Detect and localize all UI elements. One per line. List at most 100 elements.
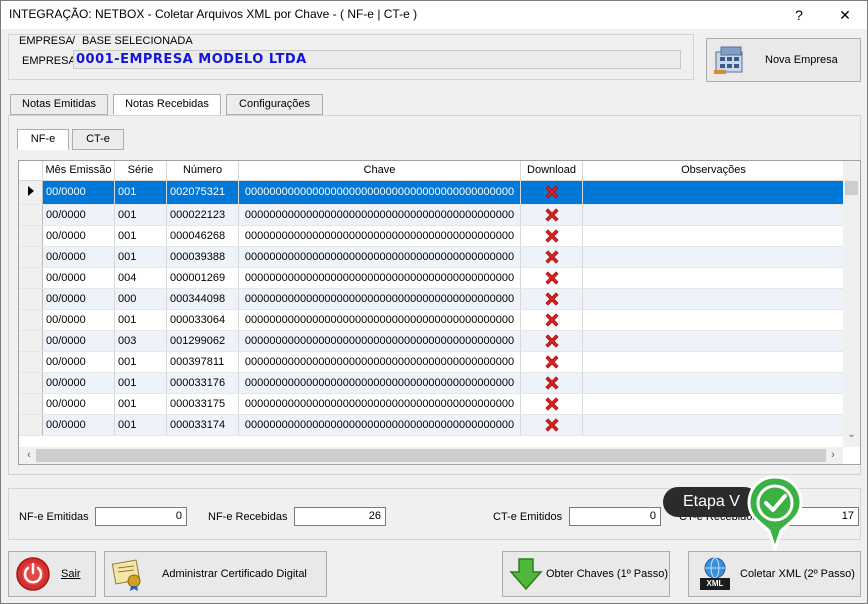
cell-mes[interactable]: 00/0000 [42, 288, 115, 310]
row-indicator[interactable] [19, 351, 43, 373]
cell-observacoes[interactable] [582, 330, 845, 352]
cell-serie[interactable]: 001 [114, 414, 167, 436]
table-row[interactable]: 00/0000 000 000344098 000000000000000000000… [19, 288, 845, 310]
row-indicator[interactable] [19, 204, 43, 226]
table-row[interactable]: 00/0000 001 000033064 000000000000000000000… [19, 309, 845, 331]
cell-download[interactable] [520, 180, 583, 205]
cell-mes[interactable]: 00/0000 [42, 330, 115, 352]
cell-serie[interactable]: 001 [114, 246, 167, 268]
cell-chave[interactable]: 0000000000000000000000000000000000000000… [238, 393, 521, 415]
cell-serie[interactable]: 003 [114, 330, 167, 352]
cell-chave[interactable]: 0000000000000000000000000000000000000000… [238, 414, 521, 436]
grid-vertical-scrollbar[interactable]: ⌄ [843, 161, 860, 447]
row-indicator[interactable] [19, 330, 43, 352]
cell-observacoes[interactable] [582, 246, 845, 268]
row-indicator[interactable] [19, 414, 43, 436]
certificado-button[interactable]: Administrar Certificado Digital [104, 551, 327, 597]
cell-mes[interactable]: 00/0000 [42, 414, 115, 436]
cell-download[interactable] [520, 246, 583, 268]
col-header-numero[interactable]: Número [166, 161, 239, 181]
cell-observacoes[interactable] [582, 225, 845, 247]
cell-download[interactable] [520, 351, 583, 373]
col-header-observacoes[interactable]: Observações [582, 161, 845, 181]
cell-download[interactable] [520, 309, 583, 331]
cell-download[interactable] [520, 267, 583, 289]
cell-mes[interactable]: 00/0000 [42, 267, 115, 289]
cell-serie[interactable]: 001 [114, 180, 167, 205]
tab-notas-emitidas[interactable]: Notas Emitidas [10, 94, 108, 115]
cell-mes[interactable]: 00/0000 [42, 309, 115, 331]
cell-numero[interactable]: 000046268 [166, 225, 239, 247]
row-indicator[interactable] [19, 267, 43, 289]
cell-numero[interactable]: 000397811 [166, 351, 239, 373]
tab-notas-recebidas[interactable]: Notas Recebidas [113, 94, 221, 115]
cell-numero[interactable]: 000001269 [166, 267, 239, 289]
cell-numero[interactable]: 000033064 [166, 309, 239, 331]
table-row[interactable]: 00/0000 001 000022123 000000000000000000000… [19, 204, 845, 226]
table-row[interactable]: 00/0000 001 000033176 000000000000000000000… [19, 372, 845, 394]
row-indicator[interactable] [19, 393, 43, 415]
cell-serie[interactable]: 001 [114, 225, 167, 247]
cell-observacoes[interactable] [582, 414, 845, 436]
cell-serie[interactable]: 001 [114, 204, 167, 226]
cell-download[interactable] [520, 204, 583, 226]
table-row[interactable]: 00/0000 003 001299062 000000000000000000000… [19, 330, 845, 352]
close-button[interactable]: ✕ [830, 4, 860, 26]
table-row[interactable]: 00/0000 001 000039388 000000000000000000000… [19, 246, 845, 268]
table-row[interactable]: 00/0000 001 000033175 000000000000000000000… [19, 393, 845, 415]
cell-chave[interactable]: 0000000000000000000000000000000000000000… [238, 225, 521, 247]
cell-serie[interactable]: 001 [114, 351, 167, 373]
cell-numero[interactable]: 000033175 [166, 393, 239, 415]
hscroll-thumb[interactable] [36, 449, 826, 462]
cell-mes[interactable]: 00/0000 [42, 246, 115, 268]
row-indicator[interactable] [19, 246, 43, 268]
cell-observacoes[interactable] [582, 204, 845, 226]
cell-chave[interactable]: 0000000000000000000000000000000000000000… [238, 267, 521, 289]
table-row[interactable]: 00/0000 001 000033174 000000000000000000000… [19, 414, 845, 436]
cell-chave[interactable]: 0000000000000000000000000000000000000000… [238, 204, 521, 226]
cell-numero[interactable]: 002075321 [166, 180, 239, 205]
col-header-download[interactable]: Download [520, 161, 583, 181]
sair-button[interactable]: Sair [8, 551, 96, 597]
coletar-xml-button[interactable]: XML Coletar XML (2º Passo) [688, 551, 861, 597]
cell-chave[interactable]: 0000000000000000000000000000000000000000… [238, 180, 521, 205]
cell-serie[interactable]: 000 [114, 288, 167, 310]
cell-chave[interactable]: 0000000000000000000000000000000000000000… [238, 372, 521, 394]
cell-observacoes[interactable] [582, 267, 845, 289]
row-indicator[interactable] [19, 180, 43, 205]
tab-configuracoes[interactable]: Configurações [226, 94, 323, 115]
cell-download[interactable] [520, 393, 583, 415]
table-row[interactable]: 00/0000 001 000046268 000000000000000000000… [19, 225, 845, 247]
help-button[interactable]: ? [784, 4, 814, 26]
cell-chave[interactable]: 0000000000000000000000000000000000000000… [238, 246, 521, 268]
cell-chave[interactable]: 0000000000000000000000000000000000000000… [238, 309, 521, 331]
cell-chave[interactable]: 0000000000000000000000000000000000000000… [238, 351, 521, 373]
table-row[interactable]: 00/0000 004 000001269 000000000000000000000… [19, 267, 845, 289]
cell-observacoes[interactable] [582, 309, 845, 331]
cell-mes[interactable]: 00/0000 [42, 204, 115, 226]
cell-chave[interactable]: 0000000000000000000000000000000000000000… [238, 288, 521, 310]
scroll-down-icon[interactable]: ⌄ [843, 429, 860, 446]
row-indicator[interactable] [19, 372, 43, 394]
row-indicator[interactable] [19, 288, 43, 310]
cell-download[interactable] [520, 225, 583, 247]
obter-chaves-button[interactable]: Obter Chaves (1º Passo) [502, 551, 670, 597]
cell-download[interactable] [520, 372, 583, 394]
cell-numero[interactable]: 000022123 [166, 204, 239, 226]
scroll-left-icon[interactable]: ‹ [23, 447, 35, 464]
cell-numero[interactable]: 001299062 [166, 330, 239, 352]
cell-serie[interactable]: 004 [114, 267, 167, 289]
col-header-mes[interactable]: Mês Emissão [42, 161, 115, 181]
cell-mes[interactable]: 00/0000 [42, 180, 115, 205]
nova-empresa-button[interactable]: Nova Empresa [706, 38, 861, 82]
subtab-nfe[interactable]: NF-e [17, 129, 69, 150]
table-row[interactable]: 00/0000 001 000397811 000000000000000000000… [19, 351, 845, 373]
cell-download[interactable] [520, 288, 583, 310]
cell-mes[interactable]: 00/0000 [42, 225, 115, 247]
row-indicator[interactable] [19, 309, 43, 331]
cell-numero[interactable]: 000344098 [166, 288, 239, 310]
cell-mes[interactable]: 00/0000 [42, 393, 115, 415]
cell-observacoes[interactable] [582, 372, 845, 394]
cell-numero[interactable]: 000033176 [166, 372, 239, 394]
cell-observacoes[interactable] [582, 180, 845, 205]
